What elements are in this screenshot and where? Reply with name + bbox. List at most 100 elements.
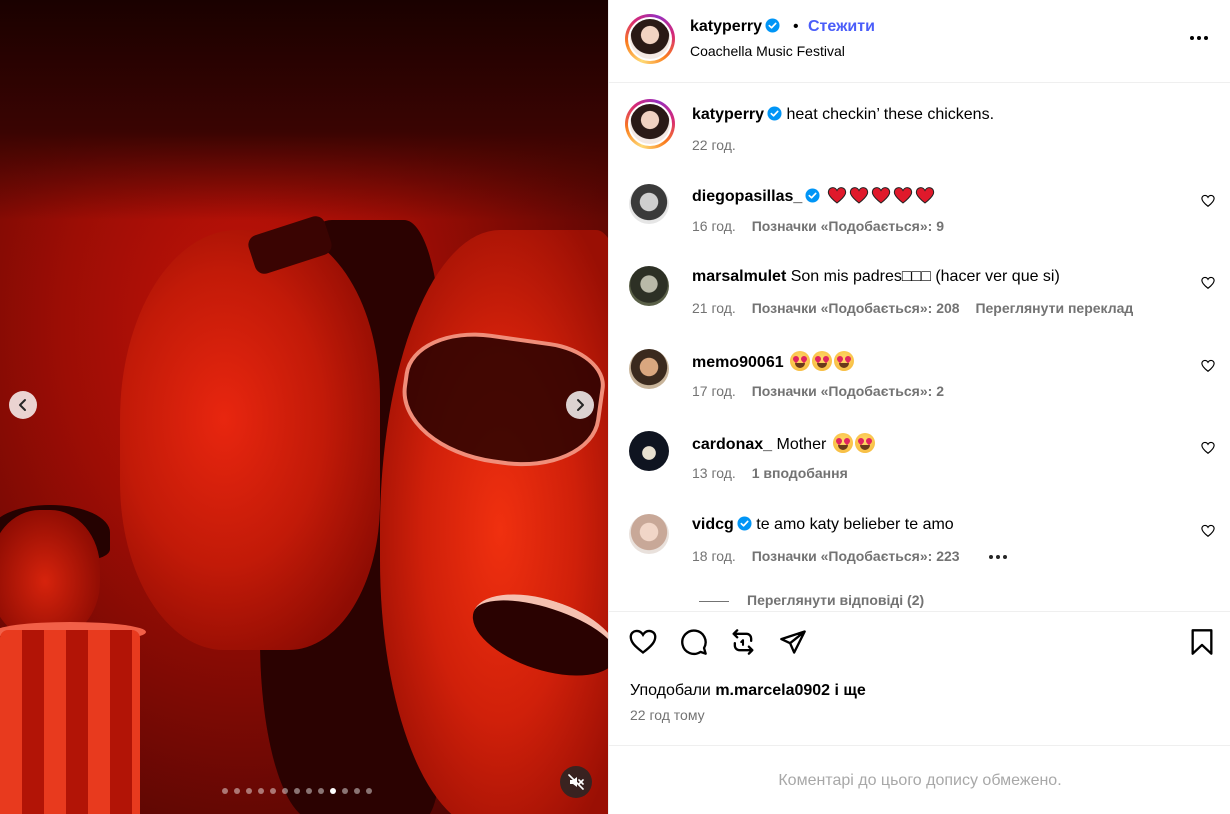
comment-item: vidcg te amo katy belieber te amo 18 год… [609, 514, 1230, 594]
comment-like-button[interactable] [1201, 276, 1217, 292]
author-avatar[interactable] [625, 14, 675, 64]
comment-body: marsalmulet Son mis padres□□□ (hacer ver… [692, 268, 1060, 286]
slide-indicator [222, 788, 372, 794]
dot-icon [1204, 36, 1208, 40]
verified-badge-icon [805, 188, 820, 203]
verified-badge-icon [737, 516, 752, 531]
heart-outline-icon [1201, 194, 1215, 207]
comment-avatar[interactable] [629, 431, 669, 471]
verified-badge-icon [765, 18, 780, 33]
view-replies-button[interactable]: Переглянути відповіді (2) [699, 592, 924, 608]
chevron-right-icon [577, 399, 584, 411]
comment-text: Son mis padres□□□ (hacer ver que si) [790, 268, 1060, 285]
comment-like-button[interactable] [1201, 524, 1217, 540]
red-heart-emoji-icon [849, 187, 868, 204]
comment-avatar[interactable] [629, 184, 669, 224]
slide-dot [330, 788, 336, 794]
post-location[interactable]: Coachella Music Festival [690, 43, 845, 59]
comment-body: cardonax_ Mother [692, 433, 875, 454]
comment-username[interactable]: memo90061 [692, 354, 784, 371]
comment-meta: 13 год. 1 вподобання [692, 465, 848, 481]
dot-icon [1190, 36, 1194, 40]
caption-text: heat checkin’ these chickens. [786, 106, 995, 123]
comment-likes[interactable]: Позначки «Подобається»: 223 [752, 548, 960, 564]
comment-likes[interactable]: Позначки «Подобається»: 2 [752, 383, 944, 399]
more-options-button[interactable] [1185, 28, 1213, 48]
comment-like-button[interactable] [1201, 441, 1217, 457]
previous-slide-button[interactable] [9, 391, 37, 419]
red-heart-emoji-icon [871, 187, 890, 204]
comment-meta: 17 год. Позначки «Подобається»: 2 [692, 383, 944, 399]
comment-likes[interactable]: Позначки «Подобається»: 9 [752, 218, 944, 234]
comment-body: diegopasillas_ [692, 186, 935, 206]
dot-icon [1197, 36, 1201, 40]
repost-button[interactable] [729, 628, 759, 658]
comment-avatar[interactable] [629, 349, 669, 389]
comment-body: vidcg te amo katy belieber te amo [692, 516, 954, 534]
heart-eyes-emoji-icon [812, 351, 833, 371]
comment-like-button[interactable] [1201, 194, 1217, 210]
media-background [0, 0, 608, 220]
comment-username[interactable]: diegopasillas_ [692, 188, 802, 205]
slide-dot [366, 788, 372, 794]
comment-item: cardonax_ Mother 13 год. 1 вподобання [609, 431, 1230, 511]
chevron-left-icon [19, 399, 26, 411]
slide-dot [318, 788, 324, 794]
comment-more-options-button[interactable] [989, 555, 1008, 560]
heart-icon [629, 629, 657, 654]
see-translation-link[interactable]: Переглянути переклад [975, 300, 1133, 316]
like-button[interactable] [629, 628, 659, 658]
header-separator: • [793, 18, 799, 35]
speaker-muted-icon [568, 774, 584, 790]
comment-like-button[interactable] [1201, 359, 1217, 375]
comment-item: memo90061 17 год. Позначки «Подобається»… [609, 349, 1230, 429]
heart-outline-icon [1201, 524, 1215, 537]
comment-text: te amo katy belieber te amo [756, 516, 954, 533]
follow-button[interactable]: Стежити [808, 18, 875, 36]
comment-meta: 16 год. Позначки «Подобається»: 9 [692, 218, 944, 234]
comment-meta: 18 год. Позначки «Подобається»: 223 [692, 548, 1008, 564]
author-username-text[interactable]: katyperry [690, 18, 762, 35]
red-heart-emoji-icon [893, 187, 912, 204]
red-heart-emoji-icon [915, 187, 934, 204]
post-timestamp[interactable]: 22 год тому [630, 707, 705, 723]
likes-others[interactable]: і ще [835, 682, 866, 699]
slide-dot [270, 788, 276, 794]
comments-limited-notice: Коментарі до цього допису обмежено. [778, 772, 1062, 789]
heart-outline-icon [1201, 441, 1215, 454]
caption: katyperry heat checkin’ these chickens. [692, 106, 994, 124]
paper-plane-icon [780, 630, 806, 654]
comment-username[interactable]: cardonax_ [692, 436, 772, 453]
comment-text: Mother [776, 436, 827, 453]
next-slide-button[interactable] [566, 391, 594, 419]
heart-emoji-group [825, 187, 935, 205]
comment-avatar[interactable] [629, 266, 669, 306]
comment-username[interactable]: vidcg [692, 516, 734, 533]
comment-time: 18 год. [692, 548, 736, 564]
slide-dot [282, 788, 288, 794]
bookmark-icon [1191, 629, 1213, 655]
heart-eyes-emoji-group [831, 433, 875, 453]
media-child-face [0, 510, 100, 640]
slide-dot [258, 788, 264, 794]
author-username[interactable]: katyperry [690, 18, 780, 36]
comment-time: 21 год. [692, 300, 736, 316]
repost-icon [732, 629, 754, 655]
heart-outline-icon [1201, 359, 1215, 372]
heart-eyes-emoji-icon [790, 351, 811, 371]
red-heart-emoji-icon [827, 187, 846, 204]
share-button[interactable] [779, 628, 809, 658]
caption-author-avatar[interactable] [625, 99, 675, 149]
caption-username[interactable]: katyperry [692, 106, 764, 123]
likes-user[interactable]: m.marcela0902 [715, 682, 830, 699]
save-button[interactable] [1188, 628, 1218, 658]
mute-button[interactable] [560, 766, 592, 798]
comment-button[interactable] [680, 628, 710, 658]
comment-likes[interactable]: Позначки «Подобається»: 208 [752, 300, 960, 316]
comment-username[interactable]: marsalmulet [692, 268, 786, 285]
post-media[interactable] [0, 0, 608, 814]
heart-eyes-emoji-group [788, 351, 855, 371]
comment-likes[interactable]: 1 вподобання [752, 465, 848, 481]
comment-bubble-icon [681, 629, 707, 655]
comment-avatar[interactable] [629, 514, 669, 554]
